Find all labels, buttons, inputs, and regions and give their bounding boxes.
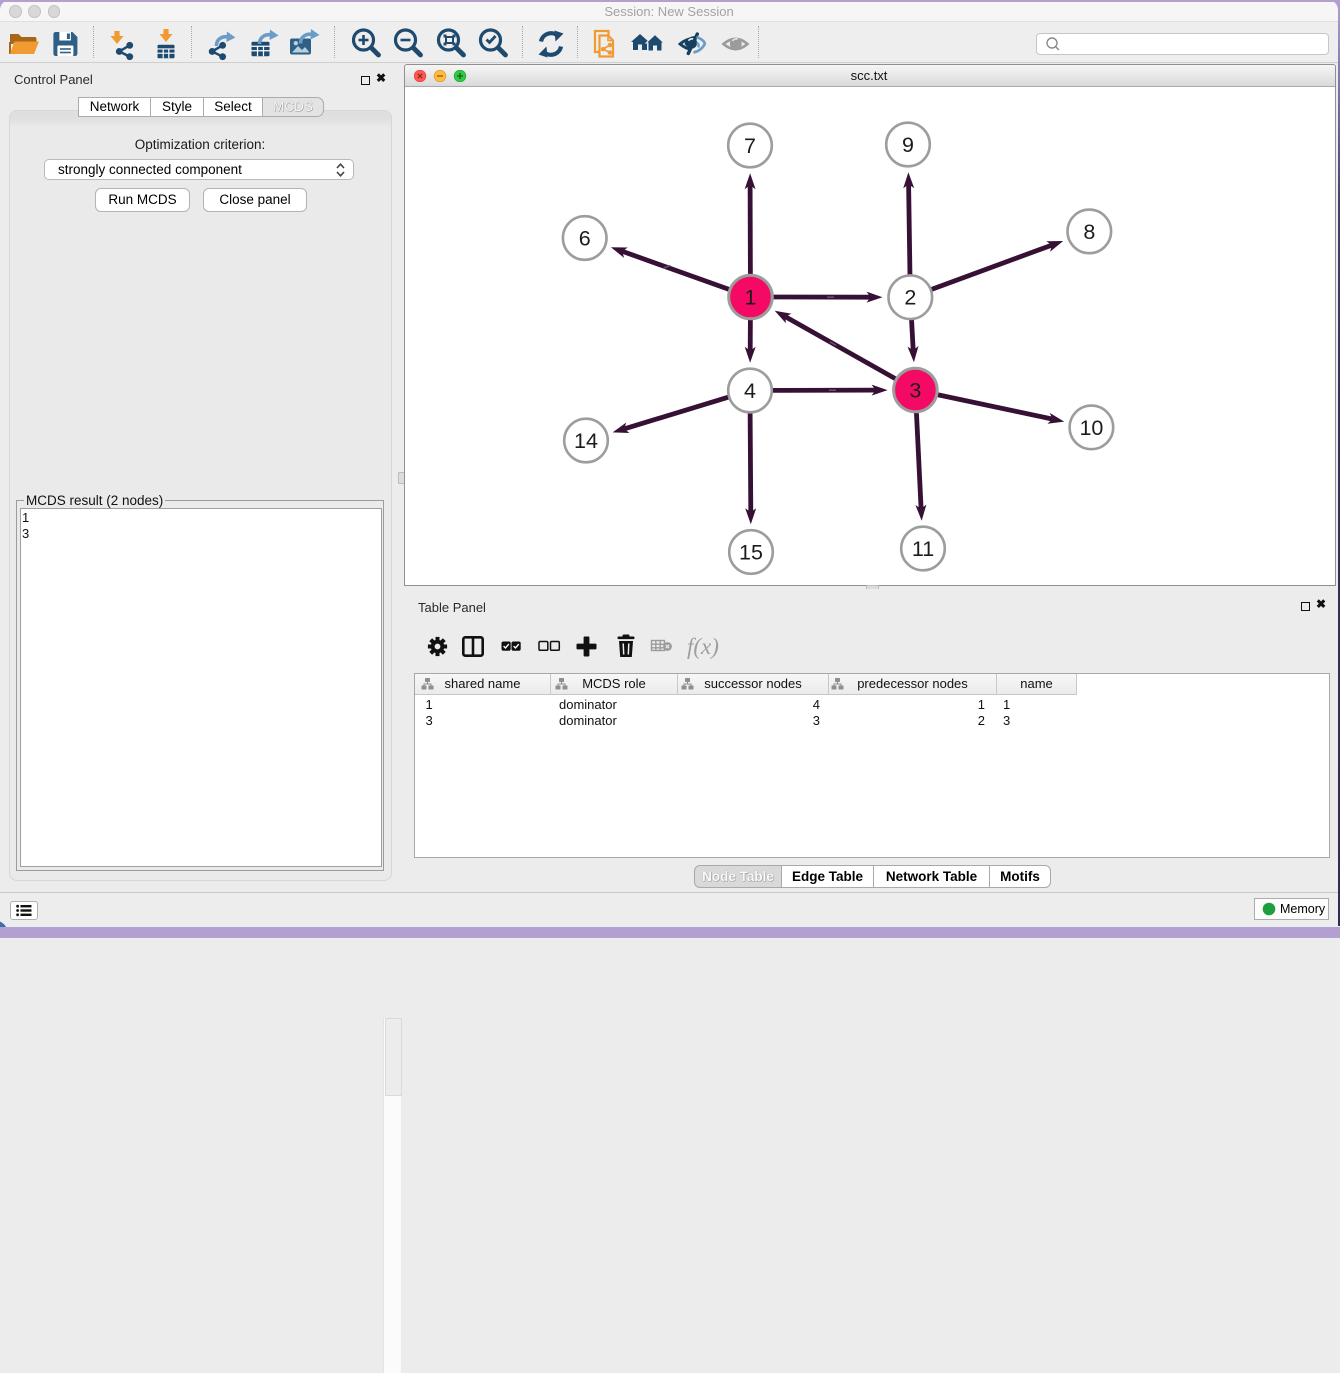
svg-text:9: 9 [902, 133, 914, 157]
svg-text:6: 6 [579, 227, 591, 251]
svg-text:4: 4 [744, 379, 756, 403]
svg-text:7: 7 [744, 134, 756, 158]
svg-text:10: 10 [1079, 416, 1103, 440]
svg-text:f(x): f(x) [687, 634, 719, 659]
svg-text:3: 3 [909, 379, 921, 403]
svg-text:15: 15 [739, 541, 763, 565]
svg-text:1: 1 [745, 286, 757, 310]
svg-text:2: 2 [904, 286, 916, 310]
svg-text:8: 8 [1083, 220, 1095, 244]
svg-text:11: 11 [912, 537, 934, 561]
svg-text:14: 14 [574, 429, 598, 453]
